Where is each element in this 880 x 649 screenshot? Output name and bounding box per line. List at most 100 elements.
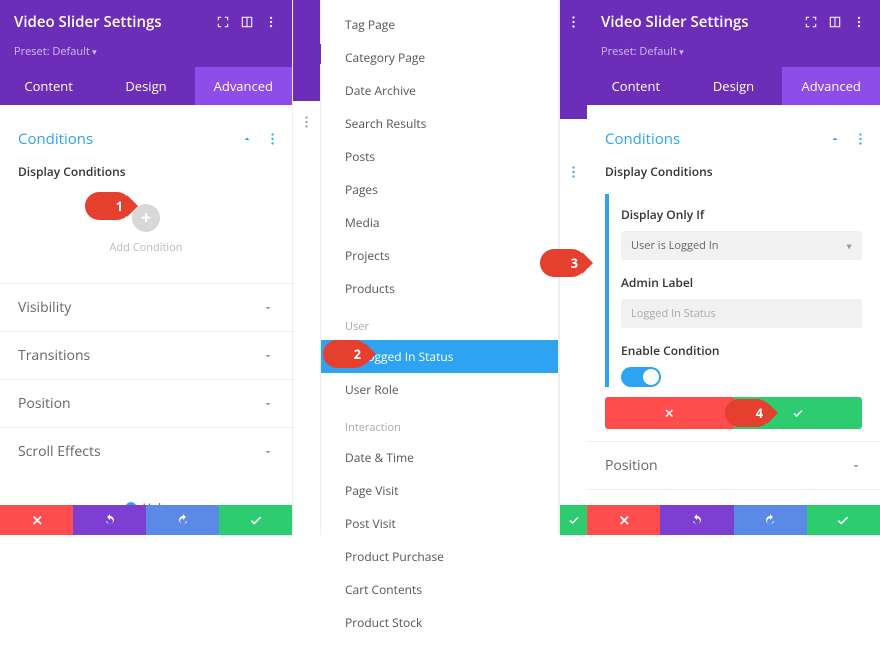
dd-item[interactable]: Date & Time [321, 441, 558, 474]
section-transitions[interactable]: Transitions [0, 332, 292, 379]
dd-item[interactable]: Tag Page [321, 8, 558, 41]
panel-title: Video Slider Settings [601, 12, 804, 32]
dd-item[interactable]: Page Visit [321, 474, 558, 507]
preset-dropdown[interactable]: Preset: Default [587, 44, 880, 67]
more-icon[interactable] [264, 15, 278, 29]
chevron-down-icon [262, 446, 274, 458]
footer-cancel[interactable] [0, 505, 73, 535]
tabs-slice [293, 64, 320, 101]
tab-content[interactable]: Content [0, 67, 97, 105]
footer-save-slice[interactable] [560, 505, 587, 535]
dd-item[interactable]: Product Stock [321, 606, 558, 639]
footer-cancel[interactable] [587, 505, 660, 535]
focus-icon[interactable] [804, 15, 818, 29]
close-icon [617, 513, 631, 527]
display-conditions-label: Display Conditions [0, 163, 292, 194]
section-scroll-effects[interactable]: Scroll Effects [0, 428, 292, 475]
condition-card: Display Only If User is Logged In Admin … [605, 194, 862, 387]
tab-content[interactable]: Content [587, 67, 685, 105]
check-icon [249, 513, 263, 527]
header-slice [293, 0, 320, 44]
tab-design[interactable]: Design [685, 67, 783, 105]
section-conditions[interactable]: Conditions [587, 115, 880, 163]
footer-save[interactable] [807, 505, 880, 535]
dd-item[interactable]: Pages [321, 173, 558, 206]
dd-group-interaction: Interaction [321, 406, 558, 441]
check-icon [836, 513, 850, 527]
header-slice [560, 0, 587, 44]
annotation-marker-4: 4 [725, 399, 771, 427]
chevron-down-icon [262, 350, 274, 362]
more-icon[interactable] [572, 15, 575, 29]
redo-icon [763, 513, 777, 527]
footer-undo[interactable] [73, 505, 146, 535]
close-icon [30, 513, 44, 527]
chevron-up-icon [241, 133, 253, 145]
dd-item[interactable]: Product Purchase [321, 540, 558, 573]
focus-icon[interactable] [216, 15, 230, 29]
admin-label-input[interactable]: Logged In Status [621, 299, 862, 328]
annotation-marker-1: 1 [85, 192, 131, 220]
more-icon[interactable] [852, 15, 866, 29]
display-only-if-label: Display Only If [621, 206, 862, 223]
chevron-down-icon [262, 302, 274, 314]
add-condition-label: Add Condition [0, 240, 292, 255]
preset-dropdown[interactable]: Preset: Default [0, 44, 292, 67]
annotation-marker-2: 2 [323, 340, 369, 368]
condition-select[interactable]: User is Logged In [621, 231, 862, 260]
section-title: Conditions [605, 129, 680, 149]
more-icon[interactable] [572, 165, 575, 179]
panel-header: Video Slider Settings [0, 0, 292, 44]
layout-icon[interactable] [828, 15, 842, 29]
dd-group-user: User [321, 305, 558, 340]
section-visibility[interactable]: Visibility [0, 284, 292, 331]
chevron-down-icon [850, 460, 862, 472]
tab-advanced[interactable]: Advanced [782, 67, 880, 105]
dd-item[interactable]: Category Page [321, 41, 558, 74]
section-more-icon[interactable] [859, 133, 862, 145]
undo-icon [690, 513, 704, 527]
dd-item[interactable]: Search Results [321, 107, 558, 140]
dd-item[interactable]: Cart Contents [321, 573, 558, 606]
check-icon [792, 407, 804, 419]
admin-label-label: Admin Label [621, 274, 862, 291]
section-position[interactable]: Position [0, 380, 292, 427]
footer-undo[interactable] [660, 505, 733, 535]
tab-design[interactable]: Design [97, 67, 194, 105]
footer-redo[interactable] [734, 505, 807, 535]
tabs: Content Design Advanced [0, 67, 292, 105]
display-conditions-label: Display Conditions [587, 163, 880, 194]
tab-advanced[interactable]: Advanced [195, 67, 292, 105]
section-more-icon[interactable] [271, 133, 274, 145]
dd-item[interactable]: Post Visit [321, 507, 558, 540]
chevron-down-icon [262, 398, 274, 410]
panel-header: Video Slider Settings [587, 0, 880, 44]
section-scroll-effects[interactable]: Scroll Effects [587, 490, 880, 505]
section-conditions[interactable]: Conditions [0, 115, 292, 163]
tabs: Content Design Advanced [587, 67, 880, 105]
check-icon [568, 514, 580, 526]
section-position[interactable]: Position [587, 442, 880, 489]
footer-redo[interactable] [146, 505, 219, 535]
close-icon [663, 407, 675, 419]
chevron-up-icon [829, 133, 841, 145]
dd-item[interactable]: Date Archive [321, 74, 558, 107]
redo-icon [176, 513, 190, 527]
section-title: Conditions [18, 129, 93, 149]
dd-item[interactable]: Media [321, 206, 558, 239]
condition-delete[interactable] [605, 397, 734, 429]
condition-type-dropdown: Tag Page Category Page Date Archive Sear… [321, 0, 558, 649]
layout-icon[interactable] [240, 15, 254, 29]
dd-item[interactable]: User Role [321, 373, 558, 406]
undo-icon [103, 513, 117, 527]
footer-save[interactable] [219, 505, 292, 535]
help-link[interactable]: Help [0, 475, 292, 505]
enable-condition-label: Enable Condition [621, 342, 862, 359]
preset-slice: . [293, 44, 321, 64]
enable-condition-toggle[interactable] [621, 367, 661, 387]
dd-item[interactable]: Posts [321, 140, 558, 173]
dd-item[interactable]: Products [321, 272, 558, 305]
dd-item[interactable]: Projects [321, 239, 558, 272]
annotation-marker-3: 3 [540, 249, 586, 277]
more-icon[interactable] [305, 115, 308, 129]
